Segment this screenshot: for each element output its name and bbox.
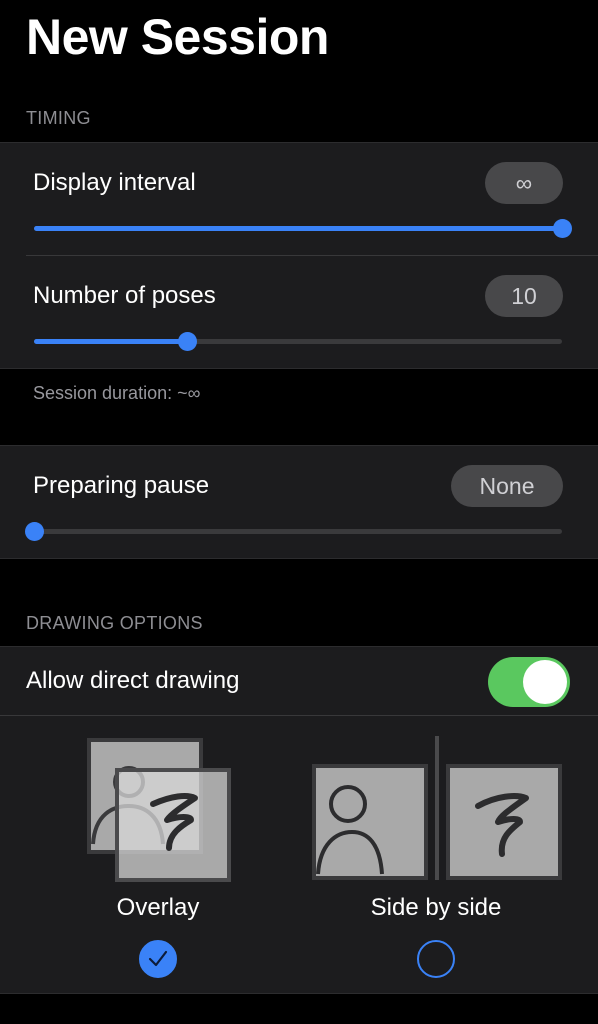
overlay-radio[interactable] [139, 940, 177, 978]
drawing-options-section-header: DRAWING OPTIONS [26, 613, 203, 633]
display-interval-slider[interactable] [34, 219, 572, 238]
display-interval-label: Display interval [33, 169, 196, 196]
preparing-pause-row: Preparing pause None [0, 446, 598, 558]
pause-group: Preparing pause None [0, 445, 598, 559]
number-of-poses-slider-thumb[interactable] [178, 332, 198, 351]
toggle-knob [523, 660, 567, 704]
overlay-label: Overlay [116, 894, 200, 921]
number-of-poses-slider[interactable] [34, 332, 562, 351]
allow-direct-drawing-label: Allow direct drawing [26, 667, 240, 694]
display-interval-slider-thumb[interactable] [553, 219, 572, 238]
number-of-poses-value[interactable]: 10 [485, 275, 563, 317]
side-by-side-icon [312, 736, 562, 880]
overlay-icon [87, 738, 231, 882]
timing-group: Display interval ∞ Number of poses 10 [0, 142, 598, 369]
number-of-poses-label: Number of poses [33, 282, 216, 309]
drawing-mode-picker: Overlay Side by side [0, 716, 598, 993]
timing-section-header: TIMING [26, 108, 91, 128]
allow-direct-drawing-toggle[interactable] [488, 657, 570, 707]
drawing-options-group: Allow direct drawing Overlay Side by sid… [0, 646, 598, 994]
number-of-poses-row: Number of poses 10 [26, 255, 598, 368]
display-interval-row: Display interval ∞ [0, 143, 598, 255]
number-of-poses-slider-fill [34, 339, 188, 344]
preparing-pause-value[interactable]: None [451, 465, 563, 507]
session-duration-text: Session duration: ~∞ [33, 383, 201, 403]
preparing-pause-label: Preparing pause [33, 472, 210, 499]
side-by-side-radio[interactable] [417, 940, 455, 978]
side-by-side-label: Side by side [370, 894, 502, 921]
preparing-pause-slider[interactable] [25, 522, 562, 541]
page-title: New Session [26, 9, 329, 65]
allow-direct-drawing-row: Allow direct drawing [0, 647, 598, 716]
display-interval-value[interactable]: ∞ [485, 162, 563, 204]
display-interval-slider-fill [34, 226, 562, 231]
preparing-pause-slider-thumb[interactable] [25, 522, 44, 541]
checkmark-icon [148, 950, 168, 967]
